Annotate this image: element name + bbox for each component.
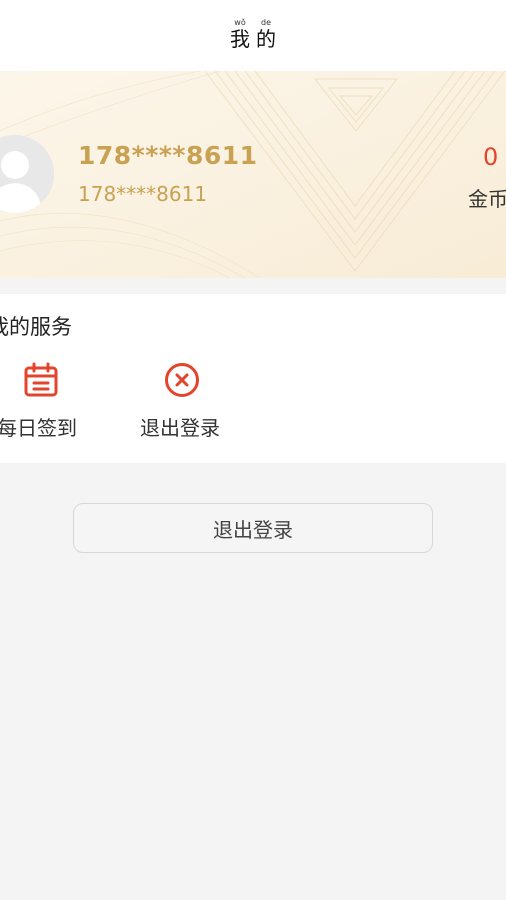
close-circle-icon — [165, 363, 199, 397]
services-title: 我的服务 — [0, 315, 72, 339]
title-pinyin: de — [261, 18, 271, 27]
title-bar: wǒ 我 de 的 — [0, 0, 506, 71]
services-section: 我的服务 每日签到 退出登录 — [0, 294, 506, 463]
title-char: wǒ 我 — [229, 18, 251, 51]
card-pattern — [0, 71, 506, 278]
username: 178****8611 — [78, 141, 258, 170]
title-hanzi: 的 — [256, 27, 276, 51]
title-hanzi: 我 — [230, 27, 250, 51]
daily-checkin-label: 每日签到 — [0, 416, 77, 440]
calendar-icon — [24, 362, 58, 397]
coins-value[interactable]: 0 — [483, 143, 498, 171]
page-title: wǒ 我 de 的 — [0, 18, 506, 51]
title-pinyin: wǒ — [234, 18, 246, 27]
daily-checkin-button[interactable]: 每日签到 — [0, 362, 107, 442]
account-number: 178****8611 — [78, 182, 208, 206]
profile-card[interactable]: 178****8611 178****8611 0 金币 — [0, 71, 506, 278]
title-char: de 的 — [255, 18, 277, 51]
profile-page: wǒ 我 de 的 178****8611 178****8611 0 金币 的… — [0, 0, 506, 900]
logout-service-button[interactable]: 退出登录 — [140, 362, 250, 442]
logout-service-label: 退出登录 — [140, 416, 220, 440]
coins-label[interactable]: 金币 — [468, 183, 506, 212]
logout-button[interactable]: 退出登录 — [73, 503, 433, 553]
